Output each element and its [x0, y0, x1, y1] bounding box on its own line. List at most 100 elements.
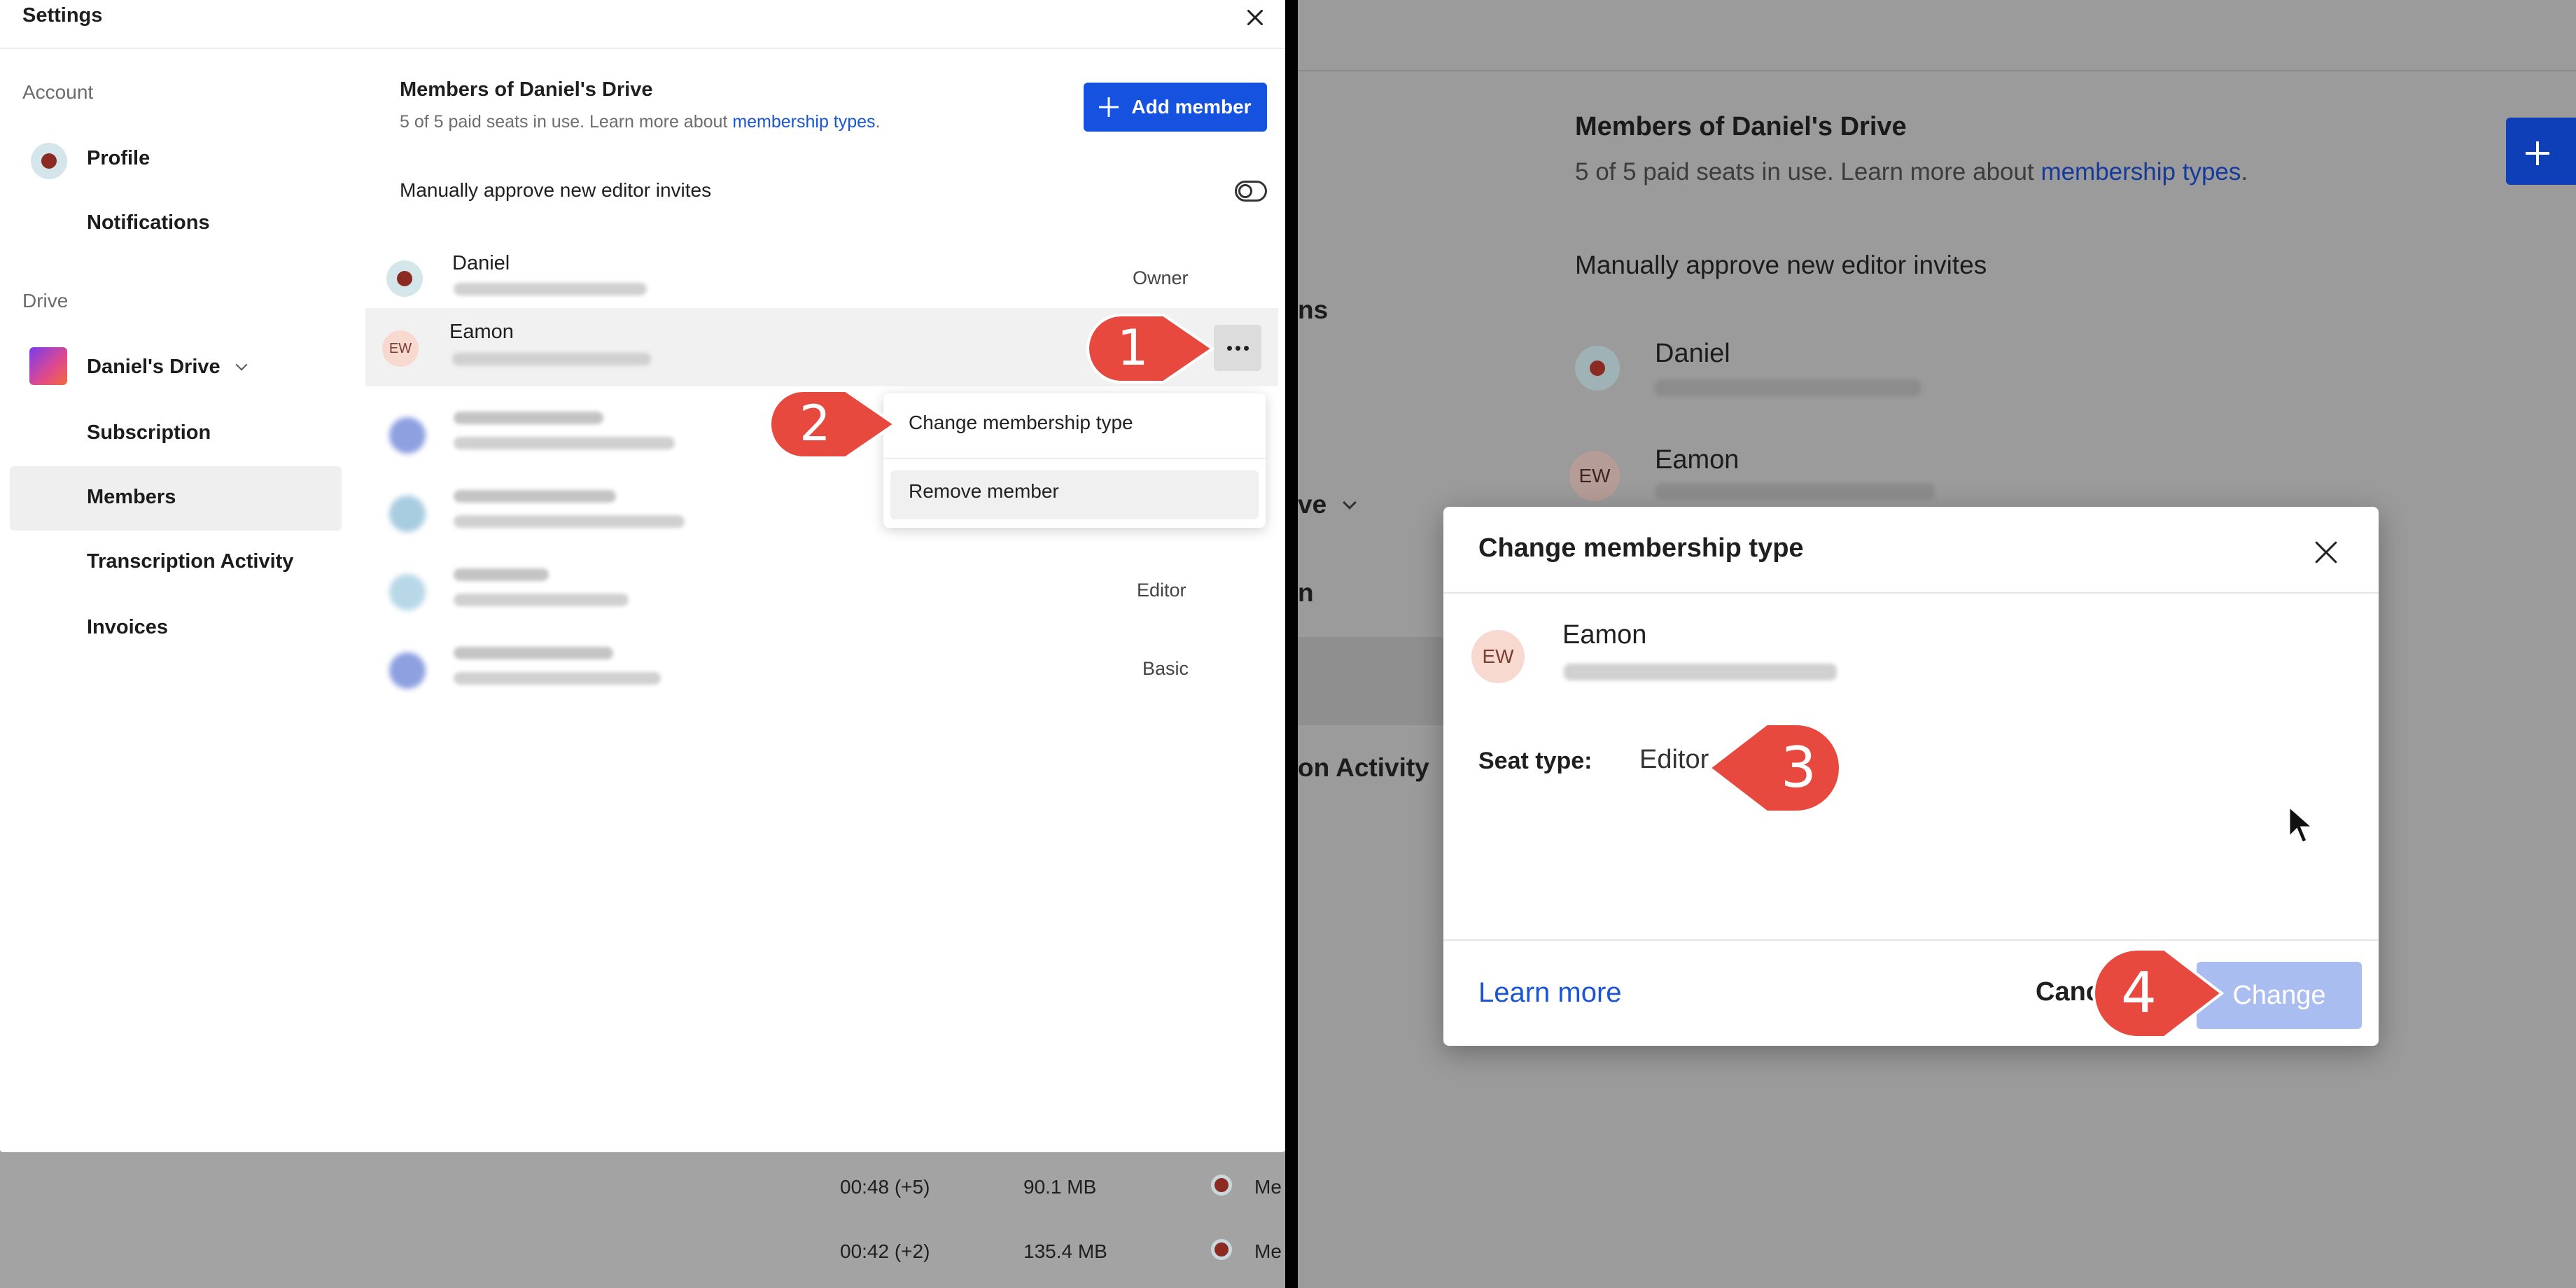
- dot: [1235, 345, 1240, 351]
- learn-more-link[interactable]: Learn more: [1478, 977, 1622, 1009]
- sidebar-item-invoices[interactable]: Invoices: [87, 616, 168, 639]
- more-options-button[interactable]: [1214, 325, 1261, 371]
- callout-step-1: 1: [1085, 312, 1215, 385]
- subtitle-text: 5 of 5 paid seats in use. Learn more abo…: [400, 112, 733, 132]
- callout-shape: [2092, 948, 2225, 1039]
- file-duration: 00:48 (+5): [840, 1176, 930, 1198]
- file-size: 90.1 MB: [1023, 1176, 1097, 1198]
- right-screenshot-panel: Members of Daniel's Drive 5 of 5 paid se…: [1298, 0, 2576, 1288]
- change-membership-dialog: Change membership type EW Eamon Seat typ…: [1443, 507, 2379, 1046]
- member-context-menu: Change membership type Remove member: [883, 393, 1266, 528]
- members-subtitle: 5 of 5 paid seats in use. Learn more abo…: [400, 112, 881, 132]
- member-email-redacted: [452, 353, 651, 365]
- add-member-button[interactable]: [2506, 118, 2576, 185]
- member-row: Basic: [365, 629, 1278, 707]
- file-owner: Me: [1254, 1176, 1282, 1198]
- dot: [1226, 345, 1232, 351]
- member-avatar: [389, 652, 426, 689]
- drive-name: Daniel's Drive: [87, 356, 220, 378]
- member-name-redacted: [454, 412, 603, 424]
- add-member-button[interactable]: Add member: [1084, 83, 1267, 132]
- member-name: Daniel: [452, 252, 510, 274]
- sidebar-item-profile[interactable]: Profile: [87, 147, 150, 170]
- remove-member-item[interactable]: Remove member: [909, 480, 1059, 503]
- close-icon[interactable]: [2311, 538, 2341, 567]
- member-avatar: [389, 417, 426, 454]
- chevron-down-icon: [235, 358, 248, 371]
- callout-number: 1: [1117, 319, 1149, 377]
- sidebar-item-subscription[interactable]: Subscription: [87, 421, 211, 444]
- file-duration: 00:42 (+2): [840, 1240, 930, 1262]
- background-file-list: 00:48 (+5) 90.1 MB Me 00:42 (+2) 135.4 M…: [0, 1152, 1285, 1288]
- close-icon[interactable]: [1245, 7, 1266, 28]
- left-screenshot-panel: 00:48 (+5) 90.1 MB Me 00:42 (+2) 135.4 M…: [0, 0, 1285, 1288]
- settings-title: Settings: [22, 4, 103, 27]
- member-avatar: [389, 574, 426, 610]
- member-name: Eamon: [1655, 445, 1740, 475]
- owner-avatar: [1211, 1239, 1232, 1260]
- callout-number: 2: [799, 395, 831, 452]
- split-divider: [1285, 0, 1298, 1288]
- plus-icon: [2526, 141, 2549, 165]
- callout-number: 3: [1781, 735, 1816, 800]
- member-email-redacted: [1655, 483, 1935, 500]
- callout-step-2: 2: [767, 388, 897, 461]
- approve-invites-toggle[interactable]: [1235, 181, 1267, 202]
- drive-heading: Drive: [22, 290, 69, 312]
- member-email-redacted: [454, 515, 685, 528]
- sidebar-item-members[interactable]: Members: [87, 486, 176, 509]
- membership-types-link[interactable]: membership types: [732, 112, 875, 132]
- sidebar-fragment: ve: [1298, 490, 1357, 519]
- callout-step-3: 3: [1707, 721, 1844, 815]
- settings-window: Settings Account Profile Notifications D…: [0, 0, 1285, 1152]
- member-name-redacted: [454, 490, 616, 503]
- callout-shape: [1707, 722, 1842, 813]
- member-email-redacted: [1564, 664, 1837, 680]
- member-email-redacted: [454, 283, 647, 295]
- member-role: Editor: [1137, 580, 1186, 601]
- membership-types-link[interactable]: membership types: [2040, 158, 2241, 186]
- dialog-footer-divider: [1443, 939, 2379, 941]
- add-member-label: Add member: [1131, 96, 1252, 118]
- member-email-redacted: [454, 437, 675, 449]
- member-role: Basic: [1142, 658, 1189, 679]
- member-avatar: EW: [1569, 451, 1620, 501]
- file-owner: Me: [1254, 1240, 1282, 1262]
- sidebar-fragment: n: [1298, 578, 1314, 607]
- callout-shape: [1086, 314, 1215, 384]
- member-avatar: [386, 260, 423, 297]
- sidebar-fragment-text: ve: [1298, 490, 1327, 519]
- member-row: Editor: [365, 550, 1278, 629]
- drive-icon: [29, 347, 67, 385]
- member-name: Daniel: [1655, 339, 1730, 368]
- member-row: Daniel Owner: [365, 239, 1278, 318]
- profile-avatar: [31, 143, 67, 179]
- dialog-header-divider: [1443, 592, 2379, 594]
- member-name: Eamon: [449, 321, 514, 343]
- member-avatar: [1575, 346, 1620, 391]
- dialog-title: Change membership type: [1478, 533, 1804, 563]
- callout-step-4: 4: [2092, 946, 2225, 1040]
- member-name-redacted: [454, 568, 549, 581]
- drive-selector[interactable]: Daniel's Drive: [87, 356, 248, 379]
- member-email-redacted: [454, 672, 661, 685]
- owner-avatar: [1211, 1175, 1232, 1196]
- callout-number: 4: [2121, 960, 2157, 1026]
- members-heading: Members of Daniel's Drive: [400, 78, 653, 101]
- member-role: Owner: [1133, 267, 1189, 288]
- seat-type-select[interactable]: Editor: [1639, 745, 1709, 775]
- approve-invites-label: Manually approve new editor invites: [1575, 251, 1987, 279]
- subtitle-text: 5 of 5 paid seats in use. Learn more abo…: [1575, 158, 2041, 186]
- menu-divider: [883, 458, 1266, 459]
- change-membership-type-item[interactable]: Change membership type: [909, 412, 1133, 434]
- member-name-redacted: [454, 647, 613, 659]
- member-avatar: [389, 496, 426, 532]
- members-heading: Members of Daniel's Drive: [1575, 112, 1907, 141]
- seat-type-label: Seat type:: [1478, 748, 1592, 774]
- sidebar-item-notifications[interactable]: Notifications: [87, 211, 210, 234]
- mouse-cursor-icon: [2288, 805, 2316, 844]
- divider: [0, 48, 1285, 49]
- sidebar-item-transcription-activity[interactable]: Transcription Activity: [87, 550, 293, 573]
- member-name: Eamon: [1562, 620, 1647, 650]
- plus-icon: [1099, 97, 1119, 117]
